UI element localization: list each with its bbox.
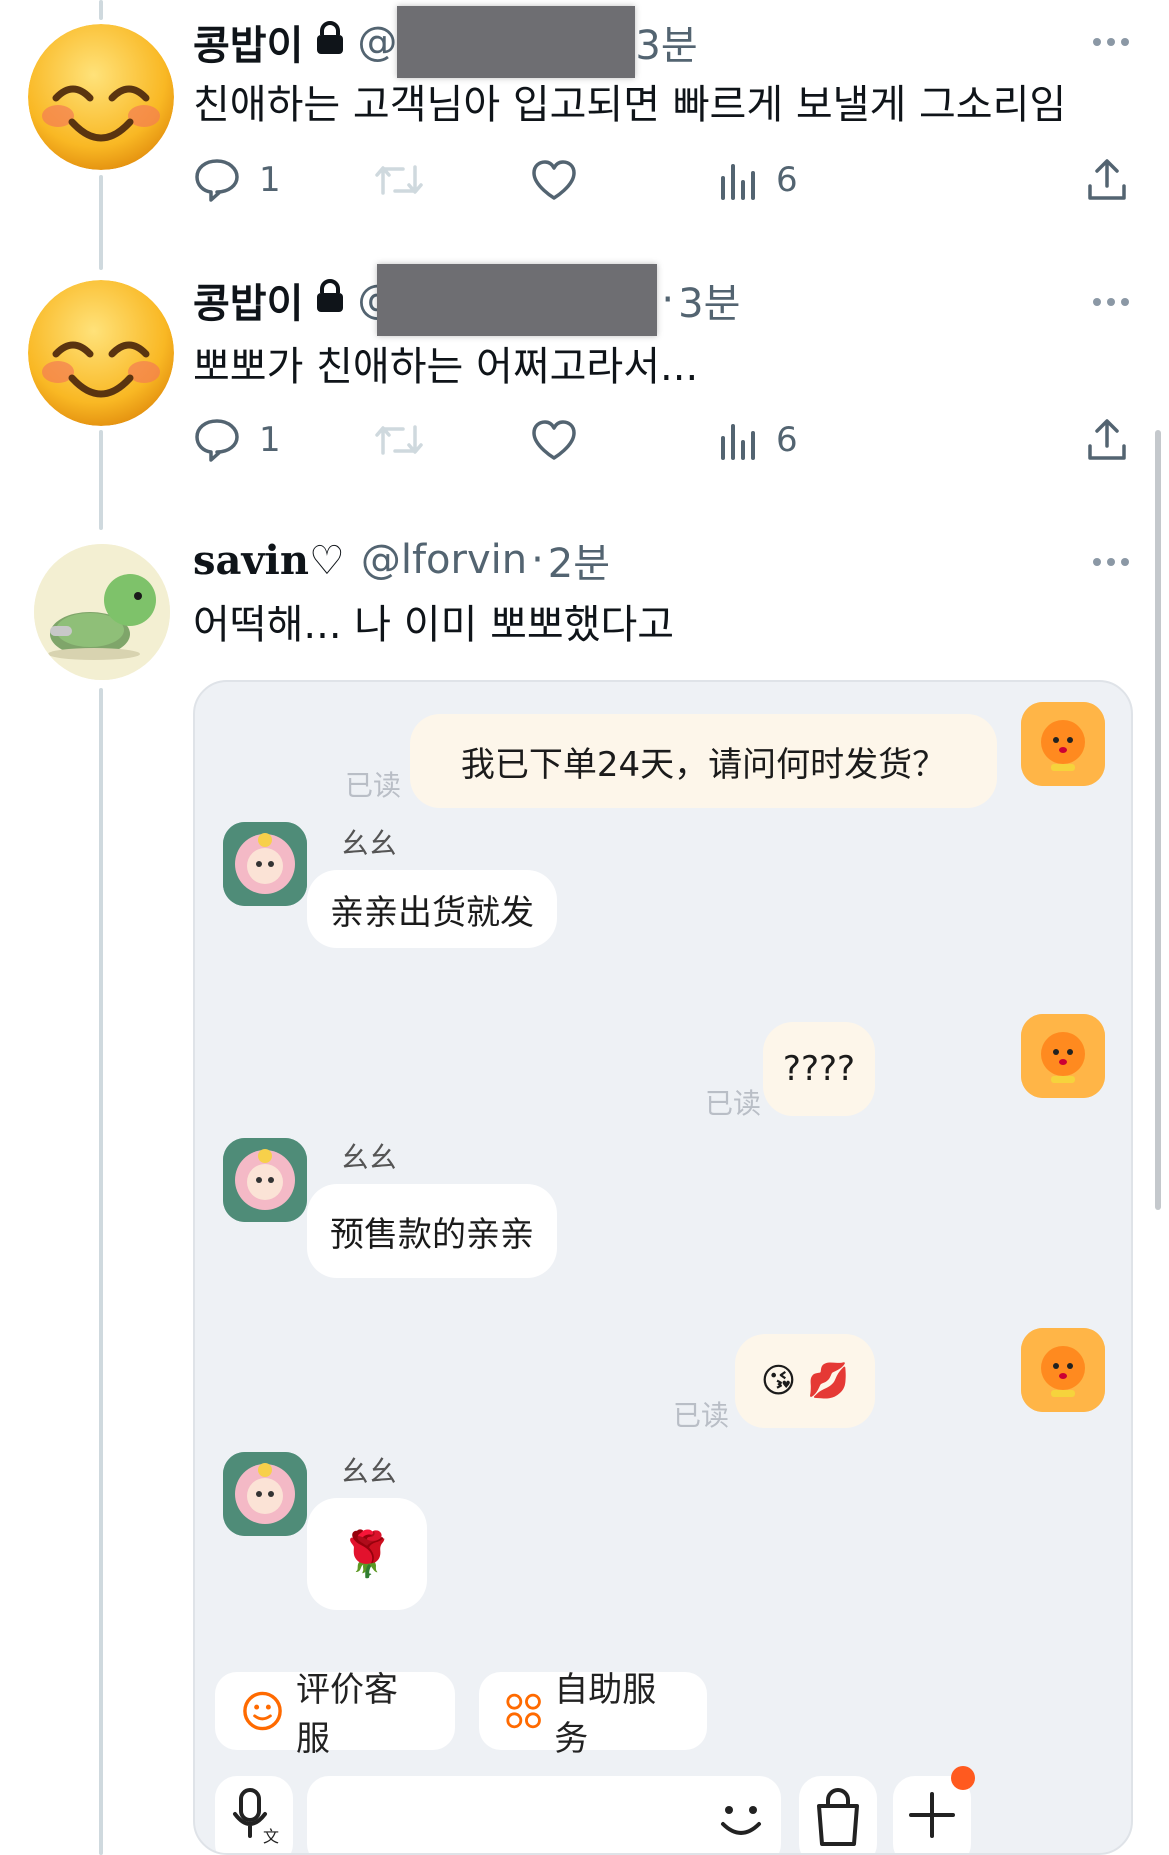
- read-receipt: 已读: [705, 1087, 762, 1120]
- display-name[interactable]: savin♡: [193, 537, 345, 584]
- orange-mascot-icon: [1021, 1014, 1105, 1098]
- handle[interactable]: @lforvin: [361, 537, 527, 583]
- shop-avatar-icon: [223, 822, 307, 906]
- grid-icon: [506, 1693, 541, 1729]
- display-name[interactable]: 콩밥이: [193, 13, 303, 71]
- user-avatar: [1021, 1014, 1105, 1098]
- smiling-face-icon: [28, 280, 174, 426]
- read-receipt: 已读: [345, 769, 402, 802]
- tweet-text: 친애하는 고객님아 입고되면 빠르게 보낼게 그소리임: [193, 82, 1067, 128]
- views-icon: [721, 164, 755, 200]
- self-service-button[interactable]: 自助服务: [479, 1670, 707, 1759]
- orange-mascot-icon: [1021, 702, 1105, 786]
- tweet-actions: 1 6: [193, 152, 1133, 208]
- timestamp[interactable]: 2분: [548, 531, 610, 589]
- reply-icon: [195, 419, 239, 462]
- more-options-icon[interactable]: [1093, 558, 1129, 566]
- view-count: 6: [776, 420, 798, 460]
- separator-dot: ·: [531, 537, 544, 583]
- rate-service-button[interactable]: 评价客服: [215, 1670, 455, 1759]
- tweet-header: 콩밥이 @ 3분: [193, 6, 698, 78]
- handle[interactable]: @: [357, 19, 397, 65]
- like-button[interactable]: [531, 412, 577, 468]
- timestamp[interactable]: 3분: [678, 271, 740, 329]
- reply-icon: [195, 159, 239, 202]
- user-avatar: [1021, 702, 1105, 786]
- attached-chat-image[interactable]: 已读 我已下单24天，请问何时发货？ 幺幺 亲亲出货就发 已读 ???? 幺幺 …: [193, 680, 1133, 1855]
- lock-icon: [315, 19, 345, 65]
- shop-avatar-icon: [223, 1452, 307, 1536]
- more-actions-button[interactable]: [893, 1766, 975, 1853]
- chat-bubble-left: 预售款的亲亲: [307, 1184, 557, 1278]
- more-options-icon[interactable]: [1093, 298, 1129, 306]
- shop-avatar: [223, 822, 307, 906]
- read-receipt: 已读: [673, 1399, 730, 1432]
- views-icon: [721, 424, 755, 460]
- chat-bubble-right: 我已下单24天，请问何时发货？: [410, 714, 997, 808]
- shop-avatar: [223, 1452, 307, 1536]
- shop-nickname: 幺幺: [341, 1141, 398, 1174]
- tweet-header: 콩밥이 @ · 3분: [193, 264, 740, 336]
- shop-avatar-icon: [223, 1138, 307, 1222]
- separator-dot: ·: [661, 277, 675, 323]
- tweet-text: 뽀뽀가 친애하는 어쩌고라서...: [193, 344, 699, 390]
- retweet-button[interactable]: [373, 152, 425, 208]
- tweet[interactable]: 콩밥이 @ · 3분 뽀뽀가 친애하는 어쩌고라서... 1 6: [0, 260, 1169, 520]
- like-button[interactable]: [531, 152, 577, 208]
- heart-icon: [532, 420, 576, 460]
- avatar[interactable]: [28, 280, 174, 426]
- tweet-text: 어떡해... 나 이미 뽀뽀했다고: [193, 602, 675, 648]
- views-button[interactable]: 6: [718, 412, 798, 468]
- share-button[interactable]: [1085, 412, 1129, 468]
- lock-icon: [315, 277, 345, 323]
- reply-count: 1: [259, 160, 281, 200]
- tweet-header: savin♡ @lforvin · 2분: [193, 532, 610, 588]
- reply-button[interactable]: 1: [193, 152, 281, 208]
- shop-avatar: [223, 1138, 307, 1222]
- chat-bubble-right: 😘 💋: [735, 1334, 875, 1428]
- self-service-label: 自助服务: [554, 1670, 657, 1759]
- redaction-block: [397, 6, 636, 78]
- tweet-actions: 1 6: [193, 412, 1133, 468]
- redaction-block: [377, 264, 658, 336]
- user-avatar: [1021, 1328, 1105, 1412]
- reply-button[interactable]: 1: [193, 412, 281, 468]
- notification-dot: [951, 1766, 975, 1790]
- chat-bubble-right: ????: [763, 1022, 875, 1116]
- share-icon: [1088, 419, 1126, 460]
- turtle-avatar-icon: [34, 544, 170, 680]
- shopping-bag-button[interactable]: [799, 1776, 877, 1853]
- chat-bubble-left: 🌹: [307, 1498, 427, 1610]
- smiling-face-icon: [28, 24, 174, 170]
- message-input[interactable]: [307, 1776, 781, 1853]
- views-button[interactable]: 6: [718, 152, 798, 208]
- retweet-icon: [375, 425, 423, 455]
- share-button[interactable]: [1085, 152, 1129, 208]
- smile-icon: [243, 1691, 282, 1731]
- shop-nickname: 幺幺: [341, 1455, 398, 1488]
- reply-count: 1: [259, 420, 281, 460]
- scrollbar[interactable]: [1155, 430, 1161, 1210]
- rate-service-label: 评价客服: [296, 1670, 399, 1759]
- more-options-icon[interactable]: [1093, 38, 1129, 46]
- view-count: 6: [776, 160, 798, 200]
- display-name[interactable]: 콩밥이: [193, 271, 303, 329]
- orange-mascot-icon: [1021, 1328, 1105, 1412]
- tweet[interactable]: 콩밥이 @ 3분 친애하는 고객님아 입고되면 빠르게 보낼게 그소리임 1 6: [0, 0, 1169, 260]
- retweet-icon: [375, 165, 423, 195]
- shopping-bag-icon: [817, 1788, 859, 1846]
- voice-button[interactable]: 文: [215, 1776, 293, 1853]
- avatar[interactable]: [28, 24, 174, 170]
- retweet-button[interactable]: [373, 412, 425, 468]
- voice-to-text-icon: 文: [233, 1788, 279, 1846]
- timestamp[interactable]: 3분: [635, 13, 697, 71]
- emoji-icon[interactable]: [711, 1790, 771, 1850]
- shop-nickname: 幺幺: [341, 827, 398, 860]
- chat-bubble-left: 亲亲出货就发: [307, 870, 557, 948]
- share-icon: [1088, 159, 1126, 200]
- heart-icon: [532, 160, 576, 200]
- avatar[interactable]: [34, 544, 170, 680]
- svg-text:文: 文: [263, 1827, 279, 1846]
